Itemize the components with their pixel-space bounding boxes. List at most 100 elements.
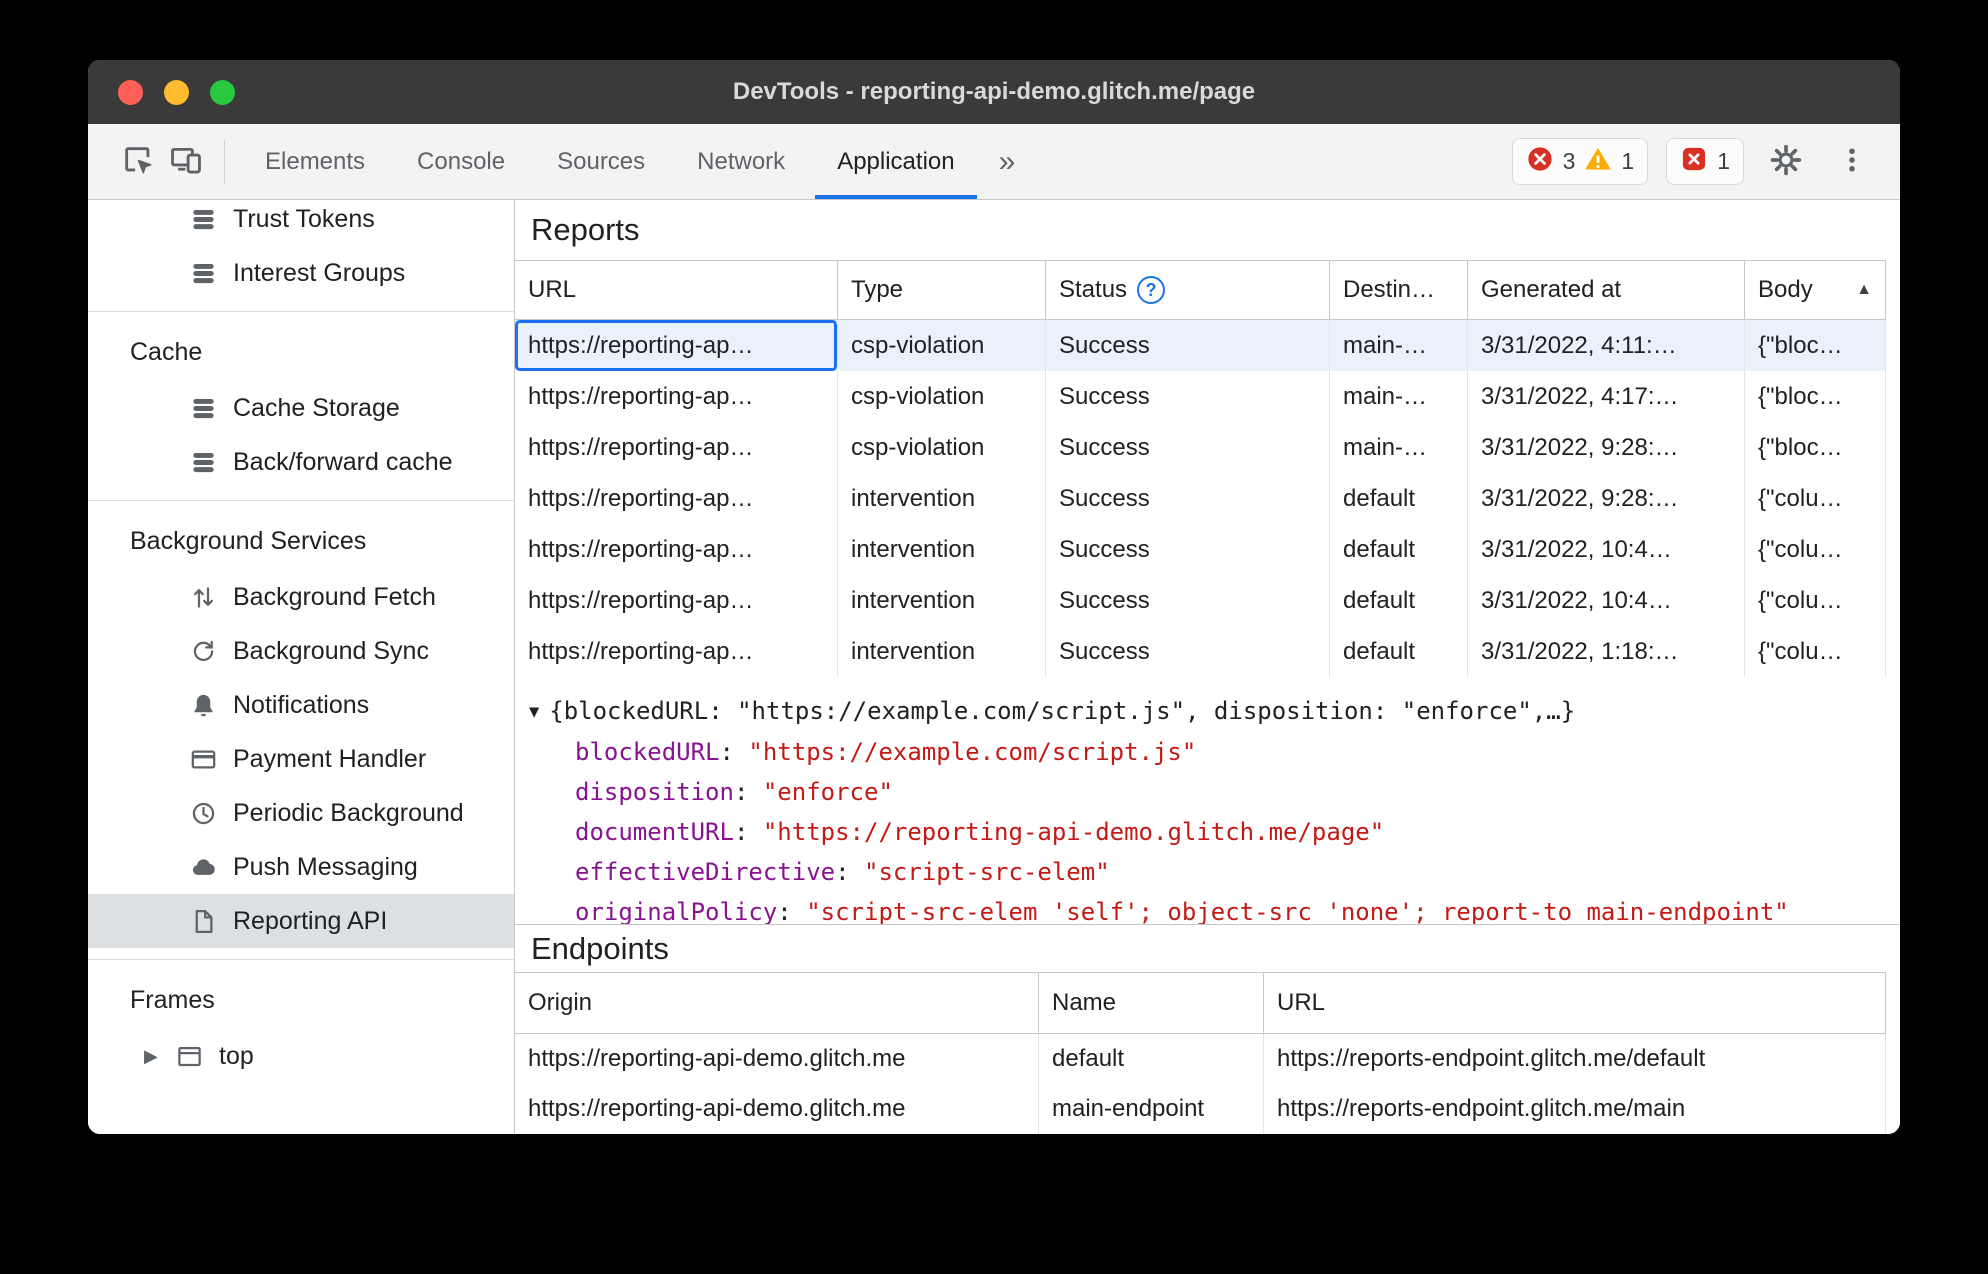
sidebar-item-interest-groups[interactable]: Interest Groups (88, 246, 514, 300)
tab-console[interactable]: Console (391, 124, 531, 199)
report-row[interactable]: https://reporting-ap… intervention Succe… (515, 626, 1886, 677)
endpoint-row[interactable]: https://reporting-api-demo.glitch.me def… (515, 1034, 1886, 1084)
report-destination-cell[interactable]: default (1330, 524, 1468, 575)
column-header-origin[interactable]: Origin (515, 973, 1039, 1033)
report-type-cell[interactable]: csp-violation (838, 371, 1046, 422)
report-generated-cell[interactable]: 3/31/2022, 1:18:… (1468, 626, 1745, 677)
report-generated-cell[interactable]: 3/31/2022, 4:17:… (1468, 371, 1745, 422)
more-options-button[interactable] (1828, 138, 1876, 186)
sidebar-item-back-forward-cache[interactable]: Back/forward cache (88, 435, 514, 489)
tab-application[interactable]: Application (811, 124, 980, 199)
report-destination-cell[interactable]: main-… (1330, 422, 1468, 473)
report-type-cell[interactable]: intervention (838, 626, 1046, 677)
report-row[interactable]: https://reporting-ap… csp-violation Succ… (515, 371, 1886, 422)
column-header-label: Destin… (1343, 276, 1436, 303)
column-header-url[interactable]: URL (515, 261, 838, 319)
endpoint-row[interactable]: https://reporting-api-demo.glitch.me mai… (515, 1084, 1886, 1134)
sidebar-item-background-fetch[interactable]: Background Fetch (88, 570, 514, 624)
report-generated-cell[interactable]: 3/31/2022, 10:4… (1468, 524, 1745, 575)
json-preview-summary[interactable]: ▼ {blockedURL: "https://example.com/scrip… (529, 691, 1890, 732)
report-body-cell[interactable]: {"colu… (1745, 524, 1886, 575)
report-destination-cell[interactable]: main-… (1330, 371, 1468, 422)
column-header-type[interactable]: Type (838, 261, 1046, 319)
report-url-cell[interactable]: https://reporting-ap… (515, 371, 838, 422)
report-body-cell[interactable]: {"bloc… (1745, 422, 1886, 473)
close-button[interactable] (118, 79, 143, 105)
report-type-cell[interactable]: csp-violation (838, 422, 1046, 473)
report-generated-cell[interactable]: 3/31/2022, 10:4… (1468, 575, 1745, 626)
column-header-status[interactable]: Status? (1046, 261, 1330, 319)
report-status-cell[interactable]: Success (1046, 575, 1330, 626)
report-type-cell[interactable]: intervention (838, 473, 1046, 524)
report-destination-cell[interactable]: default (1330, 575, 1468, 626)
tab-network[interactable]: Network (671, 124, 811, 199)
sidebar-item-periodic-background-sync[interactable]: Periodic Background (88, 786, 514, 840)
minimize-button[interactable] (164, 79, 189, 105)
report-row[interactable]: https://reporting-ap… intervention Succe… (515, 575, 1886, 626)
report-url-cell[interactable]: https://reporting-ap… (515, 626, 838, 677)
report-body-cell[interactable]: {"colu… (1745, 626, 1886, 677)
report-status-cell[interactable]: Success (1046, 422, 1330, 473)
report-status-cell[interactable]: Success (1046, 626, 1330, 677)
chevron-right-icon[interactable]: ▶ (144, 1046, 174, 1067)
sidebar-item-cache-storage[interactable]: Cache Storage (88, 381, 514, 435)
issues-counter-badge[interactable]: 1 (1666, 138, 1744, 185)
error-count: 3 (1562, 148, 1576, 174)
sidebar-item-top-frame[interactable]: ▶ top (88, 1029, 514, 1083)
report-type-cell[interactable]: intervention (838, 575, 1046, 626)
report-generated-cell[interactable]: 3/31/2022, 9:28:… (1468, 422, 1745, 473)
device-toolbar-button[interactable] (162, 138, 210, 186)
report-body-cell[interactable]: {"bloc… (1745, 320, 1886, 371)
report-destination-cell[interactable]: default (1330, 473, 1468, 524)
report-destination-cell[interactable]: default (1330, 626, 1468, 677)
column-header-generated-at[interactable]: Generated at (1468, 261, 1745, 319)
sort-ascending-icon: ▲ (1856, 281, 1872, 298)
report-body-cell[interactable]: {"colu… (1745, 575, 1886, 626)
report-status-cell[interactable]: Success (1046, 524, 1330, 575)
json-key: effectiveDirective (575, 858, 836, 886)
sidebar-item-background-sync[interactable]: Background Sync (88, 624, 514, 678)
report-url-cell[interactable]: https://reporting-ap… (515, 473, 838, 524)
sidebar-item-payment-handler[interactable]: Payment Handler (88, 732, 514, 786)
sidebar-section-background-services: Background Services (130, 526, 367, 555)
column-header-body[interactable]: Body ▲ (1745, 261, 1886, 319)
report-url-cell[interactable]: https://reporting-ap… (515, 320, 838, 371)
report-row[interactable]: https://reporting-ap… csp-violation Succ… (515, 422, 1886, 473)
zoom-button[interactable] (210, 79, 235, 105)
report-status-cell[interactable]: Success (1046, 371, 1330, 422)
help-icon[interactable]: ? (1137, 276, 1166, 304)
report-status-cell[interactable]: Success (1046, 320, 1330, 371)
column-header-name[interactable]: Name (1039, 973, 1264, 1033)
device-toolbar-icon (169, 143, 203, 180)
report-generated-cell[interactable]: 3/31/2022, 9:28:… (1468, 473, 1745, 524)
report-row[interactable]: https://reporting-ap… csp-violation Succ… (515, 320, 1886, 371)
more-tabs-button[interactable]: » (981, 145, 1034, 179)
inspect-element-button[interactable] (114, 138, 162, 186)
report-row[interactable]: https://reporting-ap… intervention Succe… (515, 524, 1886, 575)
console-counters-badge[interactable]: 3 1 (1511, 138, 1649, 185)
report-url-cell[interactable]: https://reporting-ap… (515, 422, 838, 473)
settings-button[interactable] (1762, 138, 1810, 186)
sidebar-item-notifications[interactable]: Notifications (88, 678, 514, 732)
report-body-cell[interactable]: {"colu… (1745, 473, 1886, 524)
sidebar-item-trust-tokens[interactable]: Trust Tokens (88, 200, 514, 246)
column-header-destination[interactable]: Destin… (1330, 261, 1468, 319)
report-type-cell[interactable]: csp-violation (838, 320, 1046, 371)
chevron-double-right-icon: » (998, 144, 1016, 178)
report-url-cell[interactable]: https://reporting-ap… (515, 575, 838, 626)
expand-triangle-icon[interactable]: ▼ (529, 692, 539, 732)
report-type-cell[interactable]: intervention (838, 524, 1046, 575)
report-status-cell[interactable]: Success (1046, 473, 1330, 524)
json-key: documentURL (575, 818, 734, 846)
report-generated-cell[interactable]: 3/31/2022, 4:11:… (1468, 320, 1745, 371)
tab-sources[interactable]: Sources (531, 124, 671, 199)
sidebar-item-reporting-api[interactable]: Reporting API (88, 894, 514, 948)
report-destination-cell[interactable]: main-… (1330, 320, 1468, 371)
tab-elements[interactable]: Elements (239, 124, 391, 199)
report-body-cell[interactable]: {"bloc… (1745, 371, 1886, 422)
column-header-url[interactable]: URL (1264, 973, 1886, 1033)
sidebar-item-push-messaging[interactable]: Push Messaging (88, 840, 514, 894)
payment-card-icon (188, 746, 218, 773)
report-row[interactable]: https://reporting-ap… intervention Succe… (515, 473, 1886, 524)
report-url-cell[interactable]: https://reporting-ap… (515, 524, 838, 575)
